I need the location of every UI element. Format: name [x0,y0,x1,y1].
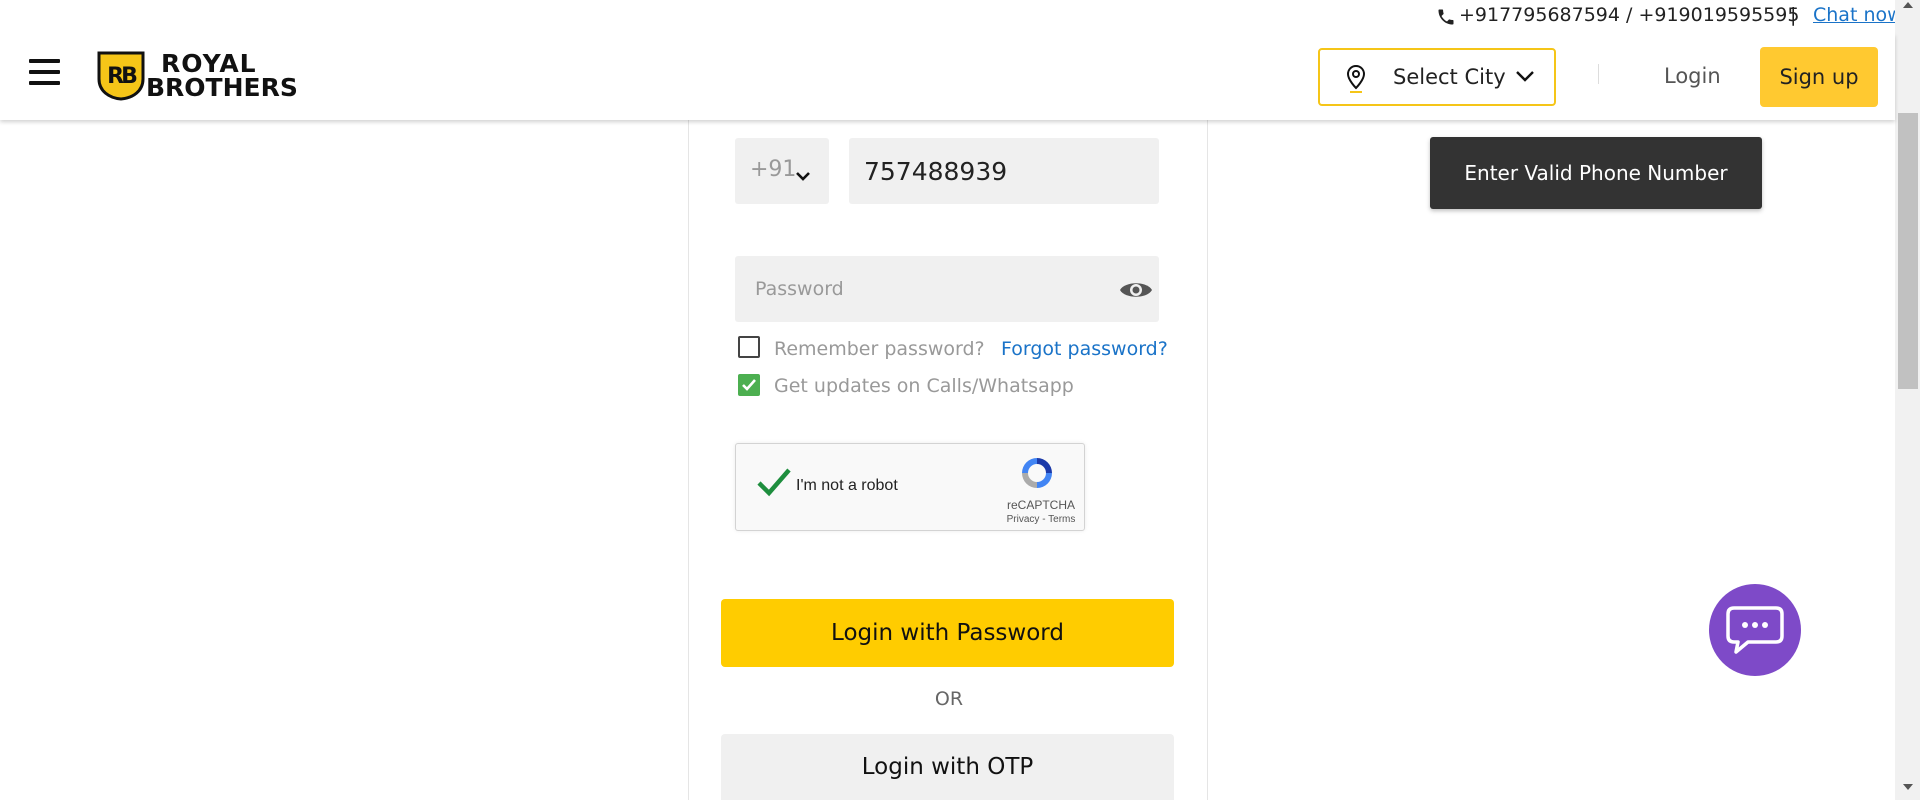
logo-wordmark[interactable]: ROYAL BROTHERS [146,51,298,102]
remember-password-checkbox[interactable] [738,336,760,358]
country-code-value: +91 [750,157,797,182]
header-divider [1598,64,1599,84]
logo-line-2: BROTHERS [146,73,298,102]
site-header: RB ROYAL BROTHERS Select City Login Sign… [0,34,1895,120]
updates-checkbox[interactable] [738,374,760,396]
chevron-down-icon [1516,71,1534,82]
or-divider: OR [934,688,964,710]
recaptcha-privacy-terms[interactable]: Privacy - Terms [998,514,1084,525]
country-code-select[interactable]: +91 [735,138,829,204]
error-toast: Enter Valid Phone Number [1430,137,1762,209]
password-input[interactable] [735,256,1095,322]
password-field [735,256,1159,322]
chat-now-link[interactable]: Chat now [1813,4,1895,26]
chevron-down-icon [796,172,810,181]
page-scrollbar[interactable] [1895,0,1920,800]
login-with-otp-button[interactable]: Login with OTP [721,734,1174,800]
phone-icon [1438,9,1454,25]
forgot-password-link[interactable]: Forgot password? [1001,338,1168,360]
chat-bubble-icon[interactable] [1709,584,1801,676]
chat-bubble-glyph [1726,606,1784,654]
logo-badge-text: RB [107,64,138,89]
recaptcha-logo-icon [1022,458,1052,488]
login-link[interactable]: Login [1664,64,1721,88]
recaptcha-widget: I'm not a robot reCAPTCHA Privacy - Term… [735,443,1085,531]
hamburger-icon[interactable] [29,59,60,89]
recaptcha-label: I'm not a robot [796,477,898,494]
contact-separator: | [1790,4,1797,26]
recaptcha-checkmark-icon[interactable] [756,466,792,498]
login-with-password-button[interactable]: Login with Password [721,599,1174,667]
updates-label: Get updates on Calls/Whatsapp [774,375,1074,397]
location-pin-icon [1346,64,1366,93]
checkmark-icon [742,379,756,391]
phone-number-input[interactable] [849,138,1159,204]
scroll-down-arrow-icon[interactable] [1903,784,1913,790]
scroll-up-arrow-icon[interactable] [1903,2,1913,8]
scrollbar-thumb[interactable] [1898,113,1918,389]
city-select-dropdown[interactable]: Select City [1318,48,1556,106]
eye-icon[interactable] [1119,278,1153,302]
city-select-label: Select City [1393,65,1506,89]
remember-password-label: Remember password? [774,338,985,360]
recaptcha-brand: reCAPTCHA [1006,498,1075,512]
contact-bar: +917795687594 / +919019595595 | Chat now [0,0,1895,34]
contact-phone-numbers: +917795687594 / +919019595595 [1459,4,1800,26]
signup-button[interactable]: Sign up [1760,47,1878,107]
login-form-panel: +91 Remember password? Forgot password? … [688,120,1208,800]
